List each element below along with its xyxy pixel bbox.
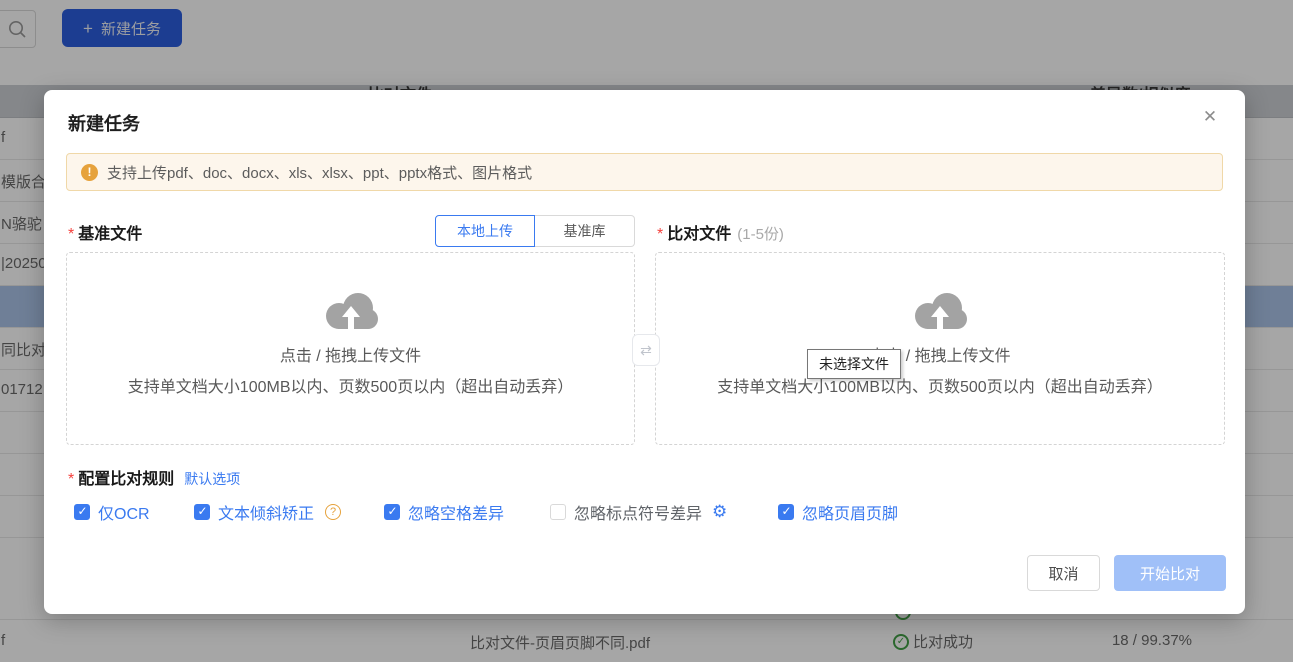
swap-icon: ⇄ — [640, 342, 652, 358]
upload-cloud-icon — [656, 291, 1224, 336]
upload-hint-line1: 点击 / 拖拽上传文件 — [656, 342, 1224, 366]
base-file-dropzone[interactable]: 点击 / 拖拽上传文件 支持单文档大小100MB以内、页数500页以内（超出自动… — [66, 252, 635, 445]
format-warning-banner: ! 支持上传pdf、doc、docx、xls、xlsx、ppt、pptx格式、图… — [66, 153, 1223, 191]
upload-hint-line2: 支持单文档大小100MB以内、页数500页以内（超出自动丢弃） — [67, 373, 634, 397]
checkbox-unchecked-icon[interactable] — [550, 504, 566, 520]
option-ignore-punctuation[interactable]: 忽略标点符号差异 ⚙ — [550, 500, 727, 524]
rules-label: 配置比对规则 — [78, 471, 174, 488]
option-label: 忽略页眉页脚 — [802, 500, 898, 524]
new-task-dialog: 新建任务 ✕ ! 支持上传pdf、doc、docx、xls、xlsx、ppt、p… — [44, 90, 1245, 614]
start-compare-button[interactable]: 开始比对 — [1114, 555, 1226, 591]
checkbox-checked-icon[interactable] — [384, 504, 400, 520]
required-mark: * — [68, 226, 74, 243]
option-ignore-spaces[interactable]: 忽略空格差异 — [384, 500, 504, 524]
option-ocr-only[interactable]: 仅OCR — [74, 500, 150, 524]
rules-section-header: *配置比对规则默认选项 — [68, 465, 240, 489]
default-options-link[interactable]: 默认选项 — [184, 471, 240, 487]
checkbox-checked-icon[interactable] — [194, 504, 210, 520]
dialog-footer: 取消 开始比对 — [44, 555, 1245, 591]
dialog-title: 新建任务 — [68, 110, 140, 136]
rule-options-row: 仅OCR 文本倾斜矫正 ? 忽略空格差异 忽略标点符号差异 ⚙ 忽略页眉页脚 — [44, 500, 1245, 526]
punctuation-settings-gear-icon[interactable]: ⚙ — [712, 504, 727, 520]
upload-hint-line2: 支持单文档大小100MB以内、页数500页以内（超出自动丢弃） — [656, 373, 1224, 397]
upload-hint-line1: 点击 / 拖拽上传文件 — [67, 342, 634, 366]
option-skew-correction[interactable]: 文本倾斜矫正 ? — [194, 500, 341, 524]
required-mark: * — [657, 226, 663, 243]
warning-text: 支持上传pdf、doc、docx、xls、xlsx、ppt、pptx格式、图片格… — [107, 162, 532, 183]
option-label: 文本倾斜矫正 — [218, 500, 314, 524]
option-label: 仅OCR — [98, 500, 150, 524]
upload-source-tabs: 本地上传 基准库 — [435, 215, 635, 247]
help-question-icon[interactable]: ? — [325, 504, 341, 520]
warning-icon: ! — [81, 164, 98, 181]
option-label: 忽略标点符号差异 — [574, 500, 702, 524]
compare-file-dropzone[interactable]: 点击 / 拖拽上传文件 支持单文档大小100MB以内、页数500页以内（超出自动… — [655, 252, 1225, 445]
tab-local-upload[interactable]: 本地上传 — [435, 215, 535, 247]
close-icon[interactable]: ✕ — [1197, 104, 1223, 130]
checkbox-checked-icon[interactable] — [74, 504, 90, 520]
base-file-section-header: *基准文件 本地上传 基准库 — [66, 215, 635, 247]
upload-cloud-icon — [67, 291, 634, 336]
no-file-selected-tooltip: 未选择文件 — [807, 349, 901, 379]
option-label: 忽略空格差异 — [408, 500, 504, 524]
checkbox-checked-icon[interactable] — [778, 504, 794, 520]
screen: + 新建任务 比对文件 差异数/相似度 f 模版合同 N骆驼 |20250 同比… — [0, 0, 1293, 662]
tab-base-library[interactable]: 基准库 — [535, 215, 635, 247]
swap-files-button[interactable]: ⇄ — [632, 334, 660, 366]
compare-file-count-hint: (1-5份) — [737, 226, 784, 243]
cancel-button[interactable]: 取消 — [1027, 555, 1100, 591]
required-mark: * — [68, 471, 74, 488]
option-ignore-header-footer[interactable]: 忽略页眉页脚 — [778, 500, 898, 524]
compare-file-label: 比对文件 — [667, 226, 731, 243]
base-file-label: 基准文件 — [78, 226, 142, 243]
compare-file-section-header: *比对文件 (1-5份) — [655, 215, 1225, 247]
